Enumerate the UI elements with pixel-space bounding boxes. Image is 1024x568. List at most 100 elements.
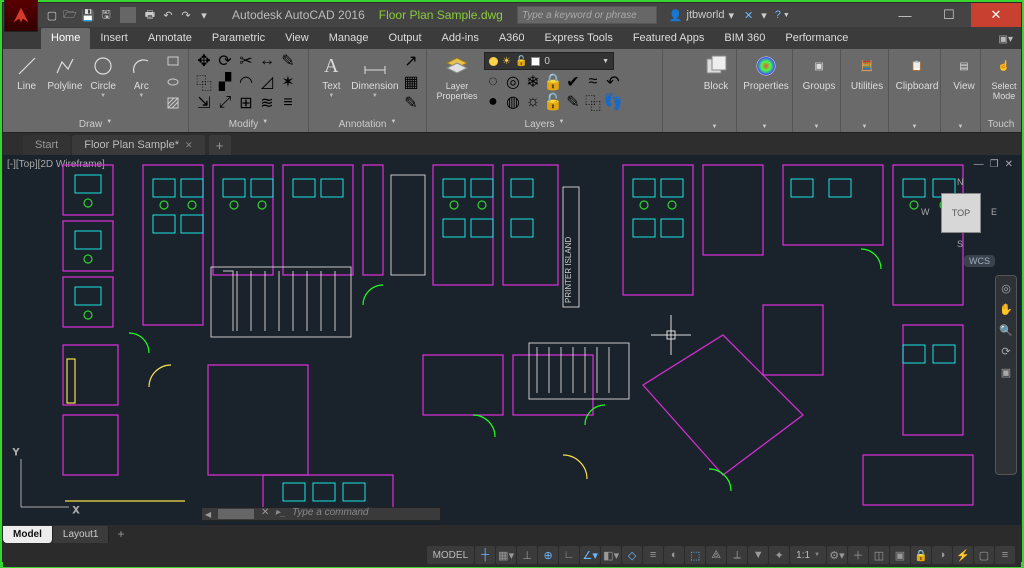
hatch-icon[interactable] xyxy=(164,94,182,112)
minimize-button[interactable]: — xyxy=(883,3,927,27)
selection-cycling-icon[interactable]: ⬚ xyxy=(685,546,705,564)
nav-zoom-icon[interactable]: 🔍 xyxy=(999,324,1013,337)
offset-icon[interactable]: ≋ xyxy=(258,94,276,112)
tab-addins[interactable]: Add-ins xyxy=(432,28,489,49)
viewcube[interactable]: TOP N S E W xyxy=(927,179,995,247)
polyline-button[interactable]: Polyline xyxy=(47,52,82,112)
annotation-scale[interactable]: 1:1▼ xyxy=(790,546,826,564)
tab-parametric[interactable]: Parametric xyxy=(202,28,275,49)
tab-view[interactable]: View xyxy=(275,28,319,49)
exchange-apps-icon[interactable]: ✕ xyxy=(744,9,753,22)
block-button[interactable]: Block xyxy=(699,52,733,92)
select-mode-button[interactable]: ☝ Select Mode xyxy=(987,52,1021,101)
command-line[interactable]: ✕ ▸_ Type a command xyxy=(261,503,441,521)
rotate-icon[interactable]: ⟳ xyxy=(216,52,234,70)
ribbon-minimize-icon[interactable]: ▣▾ xyxy=(991,30,1021,49)
layer-iso-icon[interactable]: ◎ xyxy=(504,73,522,91)
mirror-icon[interactable]: ▞ xyxy=(216,73,234,91)
align-icon[interactable]: ≡ xyxy=(279,94,297,112)
nav-showmotion-icon[interactable]: ▣ xyxy=(1001,366,1011,379)
dynamic-input-icon[interactable]: ⊕ xyxy=(538,546,558,564)
tab-layout1[interactable]: Layout1 xyxy=(53,526,110,543)
selection-filter-icon[interactable]: ▼ xyxy=(748,546,768,564)
annotation-monitor-icon[interactable]: ＋ xyxy=(848,546,868,564)
circle-button[interactable]: Circle ▼ xyxy=(86,52,121,112)
extend-icon[interactable]: ↔ xyxy=(258,52,276,70)
arc-button[interactable]: Arc ▼ xyxy=(124,52,159,112)
vp-min-icon[interactable]: — xyxy=(974,159,984,170)
wcs-badge[interactable]: WCS xyxy=(964,255,995,267)
help-icon[interactable]: ? xyxy=(775,9,781,21)
ortho-toggle-icon[interactable]: ∟ xyxy=(559,546,579,564)
move-icon[interactable]: ✥ xyxy=(195,52,213,70)
units-icon[interactable]: ◫ xyxy=(869,546,889,564)
lock-ui-icon[interactable]: 🔒 xyxy=(911,546,931,564)
layer-walk-icon[interactable]: 👣 xyxy=(604,93,622,111)
polar-tracking-icon[interactable]: ∠▾ xyxy=(580,546,600,564)
layer-thaw-icon[interactable]: ☼ xyxy=(524,93,542,111)
nav-wheel-icon[interactable]: ◎ xyxy=(1001,282,1011,295)
compass-n[interactable]: N xyxy=(957,177,964,187)
tab-bim360[interactable]: BIM 360 xyxy=(714,28,775,49)
tab-express[interactable]: Express Tools xyxy=(535,28,623,49)
trim-icon[interactable]: ✂ xyxy=(237,52,255,70)
layer-on2-icon[interactable]: ● xyxy=(484,93,502,111)
copy-icon[interactable]: ⿻ xyxy=(195,73,213,91)
snap-toggle-icon[interactable]: ▦▾ xyxy=(496,546,516,564)
layer-frz-icon[interactable]: ❄ xyxy=(524,73,542,91)
tab-output[interactable]: Output xyxy=(379,28,432,49)
isometric-icon[interactable]: ◧▾ xyxy=(601,546,621,564)
chamfer-icon[interactable]: ◿ xyxy=(258,73,276,91)
tab-a360[interactable]: A360 xyxy=(489,28,535,49)
nav-pan-icon[interactable]: ✋ xyxy=(999,303,1013,316)
view-button[interactable]: ▤ View xyxy=(947,52,981,92)
qat-dropdown-icon[interactable]: ▾ xyxy=(196,7,212,23)
osnap-toggle-icon[interactable]: ◇ xyxy=(622,546,642,564)
vp-close-icon[interactable]: ✕ xyxy=(1005,159,1013,170)
properties-button[interactable]: Properties xyxy=(743,52,789,92)
modelspace-toggle[interactable]: MODEL xyxy=(427,546,475,564)
customize-status-icon[interactable]: ≡ xyxy=(995,546,1015,564)
viewcube-top-face[interactable]: TOP xyxy=(941,193,981,233)
text-button[interactable]: A Text▼ xyxy=(315,52,348,112)
tab-performance[interactable]: Performance xyxy=(775,28,858,49)
groups-button[interactable]: ▣ Groups xyxy=(799,52,839,92)
table-icon[interactable]: ▦ xyxy=(402,73,420,91)
layer-match-icon[interactable]: ≈ xyxy=(584,73,602,91)
add-layout-button[interactable]: + xyxy=(109,527,132,541)
mtext-icon[interactable]: ✎ xyxy=(402,94,420,112)
layer-cur-icon[interactable]: ✎ xyxy=(564,93,582,111)
tab-featured[interactable]: Featured Apps xyxy=(623,28,715,49)
layer-copy-icon[interactable]: ⿻ xyxy=(584,93,602,111)
stay-connected-icon[interactable]: ▾ xyxy=(761,9,767,22)
line-button[interactable]: Line xyxy=(9,52,44,112)
qat-saveas-icon[interactable]: 🖫 xyxy=(98,7,114,23)
dimension-button[interactable]: Dimension▼ xyxy=(351,52,399,112)
qat-undo-icon[interactable]: ↶ xyxy=(160,7,176,23)
vp-max-icon[interactable]: ❐ xyxy=(990,159,999,170)
layer-selector[interactable]: ☀ 🔓 0 ▼ xyxy=(484,52,614,70)
erase-icon[interactable]: ✎ xyxy=(279,52,297,70)
clipboard-button[interactable]: 📋 Clipboard xyxy=(895,52,939,92)
qat-redo-icon[interactable]: ↷ xyxy=(178,7,194,23)
stretch-icon[interactable]: ⇲ xyxy=(195,94,213,112)
quick-properties-icon[interactable]: ▣ xyxy=(890,546,910,564)
dynamic-ucs-icon[interactable]: ⟂ xyxy=(727,546,747,564)
gizmo-icon[interactable]: ✦ xyxy=(769,546,789,564)
app-menu-button[interactable] xyxy=(4,0,38,32)
rectangle-icon[interactable] xyxy=(164,52,182,70)
infocenter-search[interactable]: Type a keyword or phrase xyxy=(517,6,657,24)
clean-screen-icon[interactable]: ▢ xyxy=(974,546,994,564)
scale-icon[interactable]: ⤢ xyxy=(216,94,234,112)
qat-plot-icon[interactable]: 🖶 xyxy=(142,7,158,23)
tab-close-icon[interactable]: ✕ xyxy=(185,140,193,151)
command-close-icon[interactable]: ✕ xyxy=(261,507,269,518)
qat-save-icon[interactable]: 💾 xyxy=(80,7,96,23)
drawing-canvas[interactable]: [-][Top][2D Wireframe] xyxy=(3,155,1021,525)
grid-toggle-icon[interactable]: ┼ xyxy=(475,546,495,564)
layer-properties-button[interactable]: Layer Properties xyxy=(433,52,481,101)
array-icon[interactable]: ⊞ xyxy=(237,94,255,112)
qat-new-icon[interactable]: ▢ xyxy=(44,7,60,23)
transparency-toggle-icon[interactable]: ◐ xyxy=(664,546,684,564)
workspace-switch-icon[interactable]: ⚙▾ xyxy=(827,546,847,564)
